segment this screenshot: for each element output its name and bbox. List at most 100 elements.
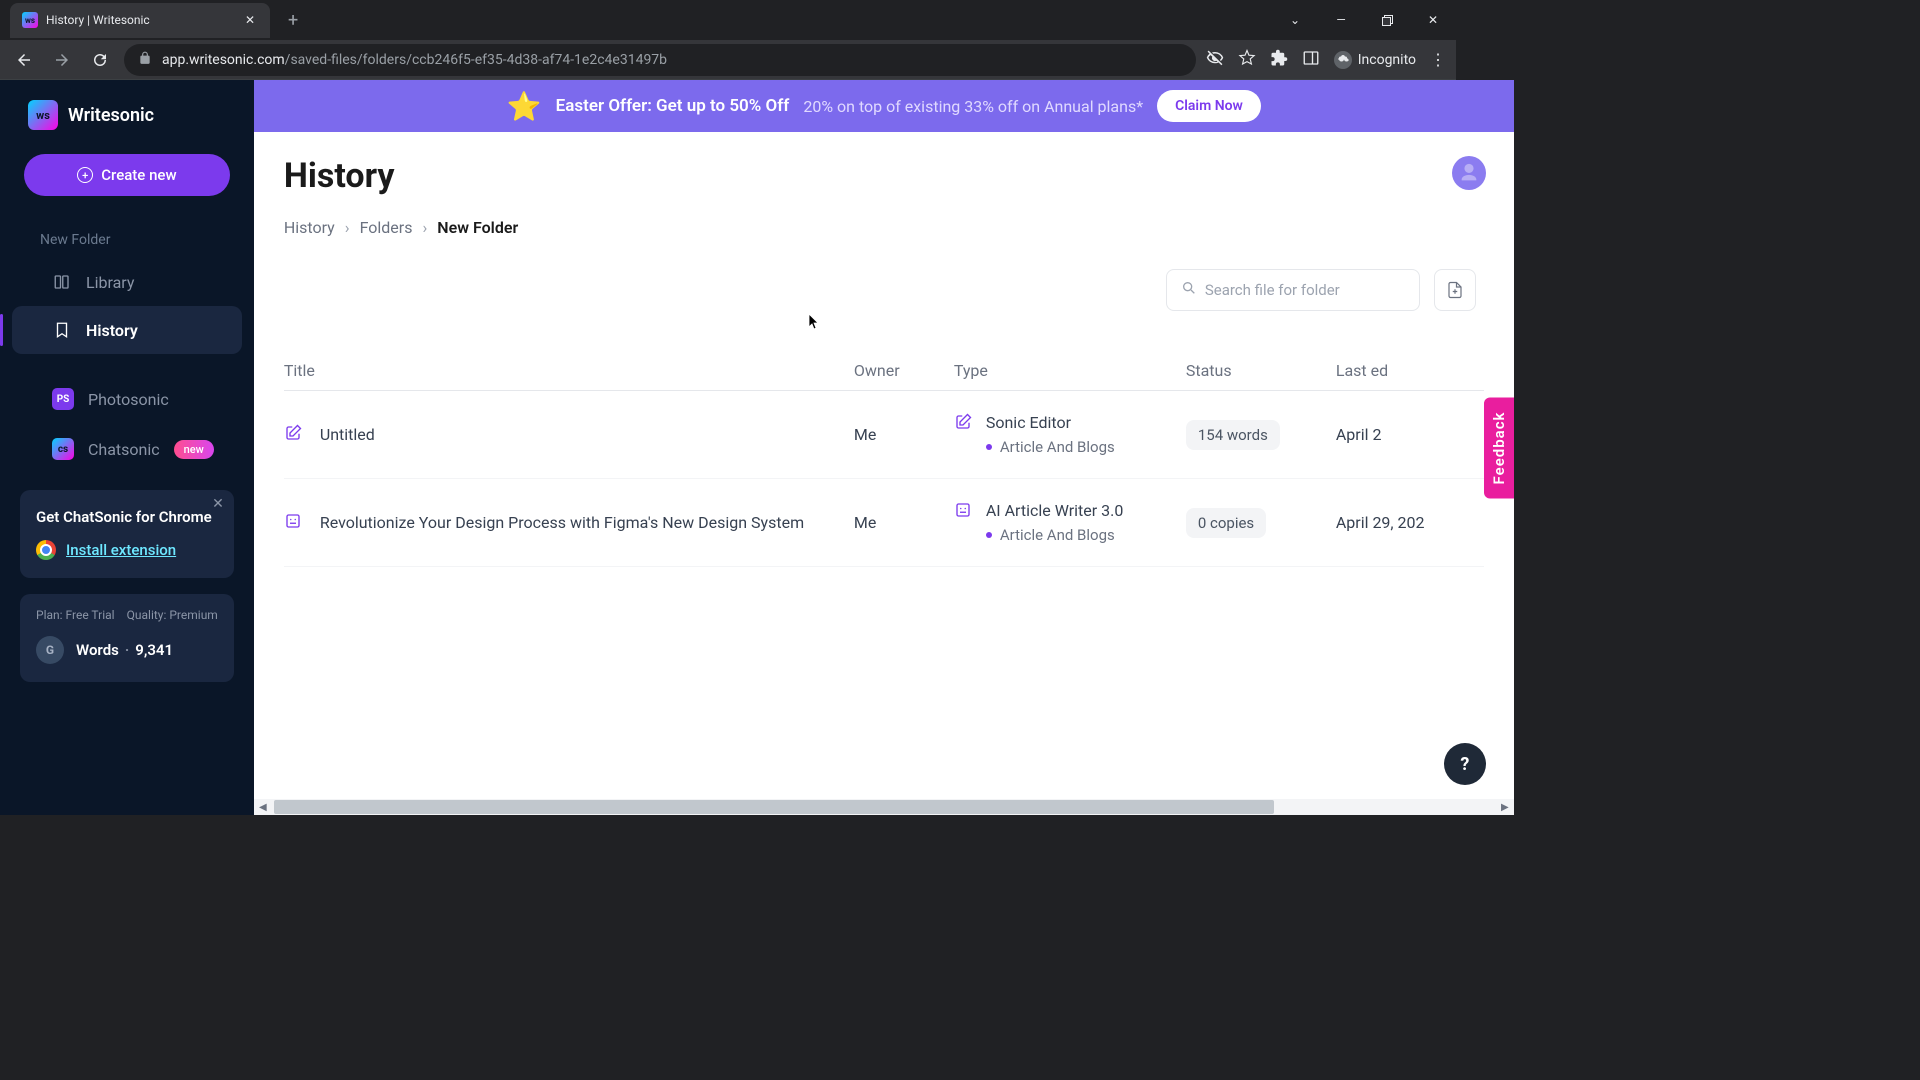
- breadcrumb-history[interactable]: History: [284, 218, 335, 237]
- panel-icon[interactable]: [1302, 49, 1320, 71]
- sidebar-item-label: History: [86, 321, 138, 340]
- avatar-icon: [1458, 162, 1480, 184]
- scroll-left-icon[interactable]: ◀: [256, 800, 270, 814]
- search-input[interactable]: [1205, 281, 1405, 299]
- breadcrumb-current: New Folder: [437, 218, 518, 237]
- star-icon: ⭐: [507, 90, 542, 123]
- new-tab-button[interactable]: +: [280, 6, 306, 35]
- breadcrumb-folders[interactable]: Folders: [360, 218, 413, 237]
- sidebar-item-label: Photosonic: [88, 390, 169, 409]
- chrome-icon: [36, 540, 56, 560]
- address-actions: Incognito ⋮: [1206, 49, 1446, 71]
- avatar-button[interactable]: [1452, 156, 1486, 190]
- th-owner[interactable]: Owner: [854, 361, 954, 380]
- scroll-track[interactable]: [274, 800, 1494, 814]
- incognito-label: Incognito: [1358, 52, 1416, 68]
- logo[interactable]: ws Writesonic: [0, 80, 254, 148]
- plan-label: Plan: Free Trial: [36, 608, 115, 622]
- photosonic-icon: PS: [52, 388, 74, 410]
- plus-circle-icon: +: [77, 167, 93, 183]
- table-header: Title Owner Type Status Last ed: [284, 351, 1484, 391]
- question-icon: ?: [1460, 754, 1469, 775]
- tab-search-icon[interactable]: ⌄: [1272, 0, 1318, 40]
- brand-name: Writesonic: [68, 105, 154, 126]
- status-badge: 0 copies: [1186, 508, 1266, 538]
- table-container: Title Owner Type Status Last ed: [284, 351, 1484, 567]
- sidebar-folder-label[interactable]: New Folder: [0, 224, 254, 258]
- url-host: app.writesonic.com/saved-files/folders/c…: [162, 52, 667, 68]
- search-box[interactable]: [1166, 269, 1420, 311]
- words-text: Words · 9,341: [76, 641, 173, 659]
- create-new-button[interactable]: + Create new: [24, 154, 230, 196]
- banner-bold: Easter Offer: Get up to 50% Off: [556, 96, 790, 116]
- maximize-icon: [1382, 15, 1393, 26]
- dot-icon: [986, 532, 992, 538]
- document-ai-icon: [284, 512, 302, 534]
- new-badge: new: [174, 440, 214, 459]
- incognito-icon: [1334, 51, 1352, 69]
- sidebar-item-chatsonic[interactable]: cs Chatsonic new: [12, 424, 242, 474]
- promo-card: ✕ Get ChatSonic for Chrome Install exten…: [20, 490, 234, 578]
- reload-icon: [91, 51, 109, 69]
- horizontal-scrollbar[interactable]: ◀ ▶: [254, 799, 1514, 815]
- row-owner: Me: [854, 513, 954, 532]
- breadcrumb: History › Folders › New Folder: [284, 218, 1484, 237]
- close-window-button[interactable]: ✕: [1410, 0, 1456, 40]
- th-title[interactable]: Title: [284, 361, 854, 380]
- sidebar: ws Writesonic + Create new New Folder Li…: [0, 80, 254, 815]
- words-icon: G: [36, 636, 64, 664]
- browser-tab[interactable]: ws History | Writesonic ✕: [10, 3, 270, 38]
- th-type[interactable]: Type: [954, 361, 1186, 380]
- th-status[interactable]: Status: [1186, 361, 1336, 380]
- feedback-tab[interactable]: Feedback: [1484, 397, 1514, 498]
- th-edited[interactable]: Last ed: [1336, 361, 1476, 380]
- install-extension-link[interactable]: Install extension: [66, 541, 176, 559]
- kebab-menu-icon[interactable]: ⋮: [1430, 50, 1446, 69]
- back-button[interactable]: [10, 46, 38, 74]
- row-type-name: Sonic Editor: [986, 413, 1115, 432]
- sidebar-item-library[interactable]: Library: [12, 258, 242, 306]
- content: History History › Folders › New Folder: [254, 132, 1514, 799]
- type-icon: [954, 501, 972, 523]
- table-row[interactable]: Untitled Me Sonic Editor Article And Blo…: [284, 391, 1484, 479]
- sidebar-item-history[interactable]: History: [12, 306, 242, 354]
- words-row: G Words · 9,341: [36, 636, 218, 664]
- status-badge: 154 words: [1186, 420, 1280, 450]
- promo-close-icon[interactable]: ✕: [212, 496, 224, 512]
- chatsonic-icon: cs: [52, 438, 74, 460]
- back-icon: [15, 51, 33, 69]
- app-root: ws Writesonic + Create new New Folder Li…: [0, 80, 1456, 815]
- table-row[interactable]: Revolutionize Your Design Process with F…: [284, 479, 1484, 567]
- add-file-button[interactable]: [1434, 269, 1476, 311]
- banner-light: 20% on top of existing 33% off on Annual…: [803, 97, 1143, 116]
- close-tab-icon[interactable]: ✕: [242, 12, 258, 28]
- forward-button[interactable]: [48, 46, 76, 74]
- scroll-right-icon[interactable]: ▶: [1498, 800, 1512, 814]
- row-type-sub: Article And Blogs: [1000, 526, 1115, 544]
- logo-icon: ws: [28, 100, 58, 130]
- favicon-icon: ws: [22, 12, 38, 28]
- page-title: History: [284, 156, 1484, 196]
- promo-link-row: Install extension: [36, 540, 218, 560]
- bookmark-star-icon[interactable]: [1238, 49, 1256, 71]
- extensions-icon[interactable]: [1270, 49, 1288, 71]
- document-edit-icon: [284, 424, 302, 446]
- maximize-button[interactable]: [1364, 0, 1410, 40]
- lock-icon: [138, 51, 152, 69]
- type-icon: [954, 413, 972, 435]
- row-type-sub: Article And Blogs: [1000, 438, 1115, 456]
- incognito-badge[interactable]: Incognito: [1334, 51, 1416, 69]
- tools-row: [284, 269, 1484, 311]
- row-type-name: AI Article Writer 3.0: [986, 501, 1124, 520]
- url-box[interactable]: app.writesonic.com/saved-files/folders/c…: [124, 44, 1196, 76]
- reload-button[interactable]: [86, 46, 114, 74]
- scroll-thumb[interactable]: [274, 800, 1274, 814]
- help-button[interactable]: ?: [1444, 743, 1486, 785]
- claim-now-button[interactable]: Claim Now: [1157, 90, 1261, 122]
- search-icon: [1181, 280, 1197, 300]
- promo-banner: ⭐ Easter Offer: Get up to 50% Off 20% on…: [254, 80, 1514, 132]
- minimize-button[interactable]: —: [1318, 0, 1364, 40]
- sidebar-item-photosonic[interactable]: PS Photosonic: [12, 374, 242, 424]
- row-owner: Me: [854, 425, 954, 444]
- eye-off-icon[interactable]: [1206, 49, 1224, 71]
